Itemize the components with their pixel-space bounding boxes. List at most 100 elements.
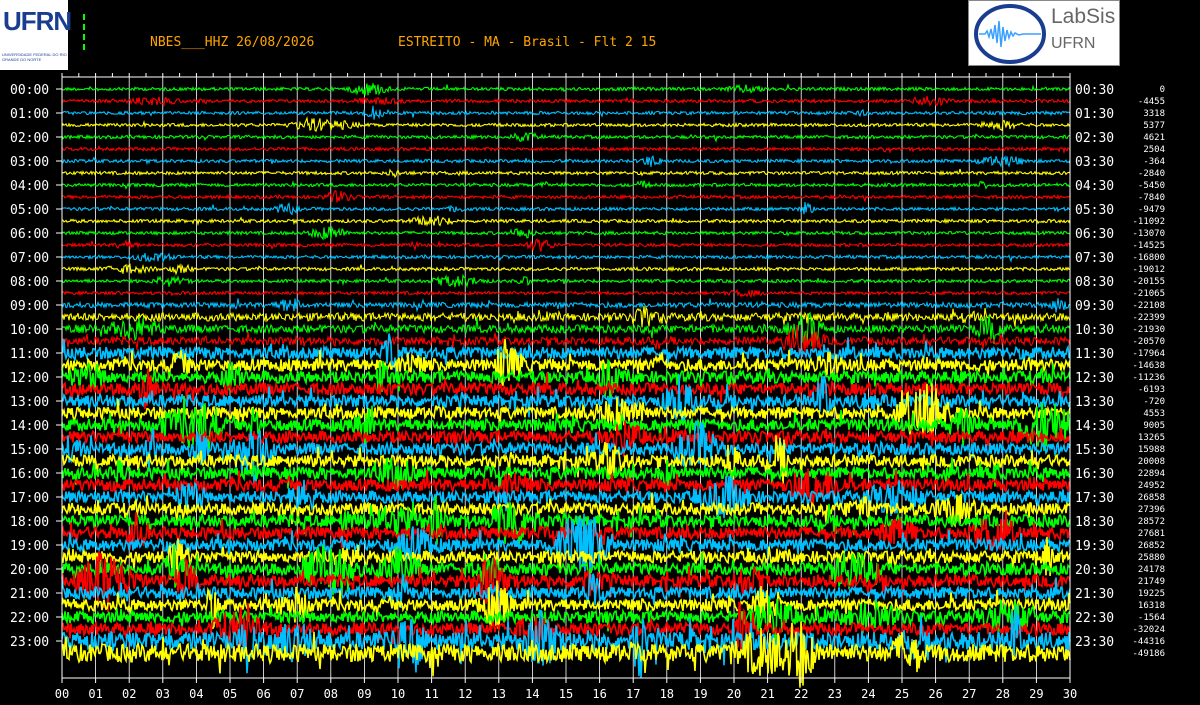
offset-value: -14638 (1132, 361, 1165, 371)
offset-value: -6193 (1138, 385, 1165, 395)
right-time-label: 00:30 (1075, 83, 1114, 98)
right-time-label: 12:30 (1075, 371, 1114, 386)
left-time-label: 20:00 (10, 563, 49, 578)
x-tick-label: 20 (727, 687, 741, 701)
offset-value: 2504 (1143, 145, 1165, 155)
offset-value: -19012 (1132, 265, 1165, 275)
left-time-label: 15:00 (10, 443, 49, 458)
offset-value: -20570 (1132, 337, 1165, 347)
right-time-label: 03:30 (1075, 155, 1114, 170)
right-time-label: 20:30 (1075, 563, 1114, 578)
labsis-logo: LabSis UFRN (968, 0, 1120, 66)
x-tick-label: 11 (424, 687, 438, 701)
offset-value: -21930 (1132, 325, 1165, 335)
x-tick-label: 30 (1063, 687, 1077, 701)
left-time-label: 18:00 (10, 515, 49, 530)
station-header: NBES___HHZ 26/08/2026 (150, 35, 315, 50)
left-time-label: 01:00 (10, 107, 49, 122)
left-time-label: 22:00 (10, 611, 49, 626)
left-time-label: 05:00 (10, 203, 49, 218)
right-time-label: 09:30 (1075, 299, 1114, 314)
left-time-label: 07:00 (10, 251, 49, 266)
x-tick-label: 02 (122, 687, 136, 701)
left-time-label: 13:00 (10, 395, 49, 410)
x-tick-label: 22 (794, 687, 808, 701)
right-time-label: 16:30 (1075, 467, 1114, 482)
offset-value: 0 (1160, 85, 1165, 95)
x-tick-label: 18 (660, 687, 674, 701)
x-tick-label: 01 (88, 687, 102, 701)
offset-value: 4621 (1143, 133, 1165, 143)
right-time-label: 14:30 (1075, 419, 1114, 434)
ufrn-logo: UFRN UNIVERSIDADE FEDERAL DO RIO GRANDE … (0, 0, 72, 70)
x-tick-label: 26 (928, 687, 942, 701)
left-time-label: 11:00 (10, 347, 49, 362)
offset-value: 26852 (1138, 541, 1165, 551)
offset-value: 28572 (1138, 517, 1165, 527)
offset-value: -11092 (1132, 217, 1165, 227)
right-time-label: 08:30 (1075, 275, 1114, 290)
right-time-label: 10:30 (1075, 323, 1114, 338)
right-time-label: 11:30 (1075, 347, 1114, 362)
left-time-label: 12:00 (10, 371, 49, 386)
left-time-label: 04:00 (10, 179, 49, 194)
offset-value: -364 (1143, 157, 1165, 167)
left-time-label: 23:00 (10, 635, 49, 650)
right-time-label: 17:30 (1075, 491, 1114, 506)
offset-value: -13070 (1132, 229, 1165, 239)
right-time-label: 02:30 (1075, 131, 1114, 146)
offset-value: 3318 (1143, 109, 1165, 119)
offset-value: -44316 (1132, 637, 1165, 647)
left-time-label: 06:00 (10, 227, 49, 242)
offset-value: -14525 (1132, 241, 1165, 251)
left-time-label: 00:00 (10, 83, 49, 98)
x-tick-label: 25 (895, 687, 909, 701)
left-time-label: 08:00 (10, 275, 49, 290)
left-time-label: 02:00 (10, 131, 49, 146)
x-tick-label: 19 (693, 687, 707, 701)
x-tick-label: 16 (592, 687, 606, 701)
offset-value: -22399 (1132, 313, 1165, 323)
offset-value: -7840 (1138, 193, 1165, 203)
offset-value: 25880 (1138, 553, 1165, 563)
right-time-label: 01:30 (1075, 107, 1114, 122)
right-time-label: 18:30 (1075, 515, 1114, 530)
offset-value: -21065 (1132, 289, 1165, 299)
x-tick-label: 17 (626, 687, 640, 701)
offset-value: 27396 (1138, 505, 1165, 515)
x-tick-label: 15 (559, 687, 573, 701)
x-tick-label: 08 (324, 687, 338, 701)
x-tick-label: 07 (290, 687, 304, 701)
x-tick-label: 14 (525, 687, 539, 701)
offset-value: 9005 (1143, 421, 1165, 431)
x-tick-label: 00 (55, 687, 69, 701)
offset-value: -49186 (1132, 649, 1165, 659)
x-tick-label: 09 (357, 687, 371, 701)
right-time-label: 13:30 (1075, 395, 1114, 410)
offset-value: -11236 (1132, 373, 1165, 383)
left-time-label: 19:00 (10, 539, 49, 554)
x-tick-label: 03 (156, 687, 170, 701)
location-header: ESTREITO - MA - Brasil - Flt 2 15 (398, 35, 657, 50)
x-tick-label: 28 (996, 687, 1010, 701)
right-time-label: 07:30 (1075, 251, 1114, 266)
right-time-label: 22:30 (1075, 611, 1114, 626)
offset-value: -32024 (1132, 625, 1165, 635)
offset-value: -9479 (1138, 205, 1165, 215)
offset-value: 19225 (1138, 589, 1165, 599)
offset-value: 4553 (1143, 409, 1165, 419)
offset-value: 20008 (1138, 457, 1165, 467)
offset-value: -22108 (1132, 301, 1165, 311)
x-tick-label: 21 (760, 687, 774, 701)
x-tick-label: 05 (223, 687, 237, 701)
left-time-label: 14:00 (10, 419, 49, 434)
labsis-seismogram-icon (974, 4, 1046, 64)
offset-value: 5377 (1143, 121, 1165, 131)
x-tick-label: 23 (828, 687, 842, 701)
offset-value: 24952 (1138, 481, 1165, 491)
right-time-label: 05:30 (1075, 203, 1114, 218)
left-time-label: 17:00 (10, 491, 49, 506)
seismogram-chart: 00 01 02 03 04 05 06 07 08 09 10 11 12 13 14 15 16 17 18 19… (10, 14, 1165, 701)
offset-value: -1564 (1138, 613, 1165, 623)
left-time-label: 03:00 (10, 155, 49, 170)
